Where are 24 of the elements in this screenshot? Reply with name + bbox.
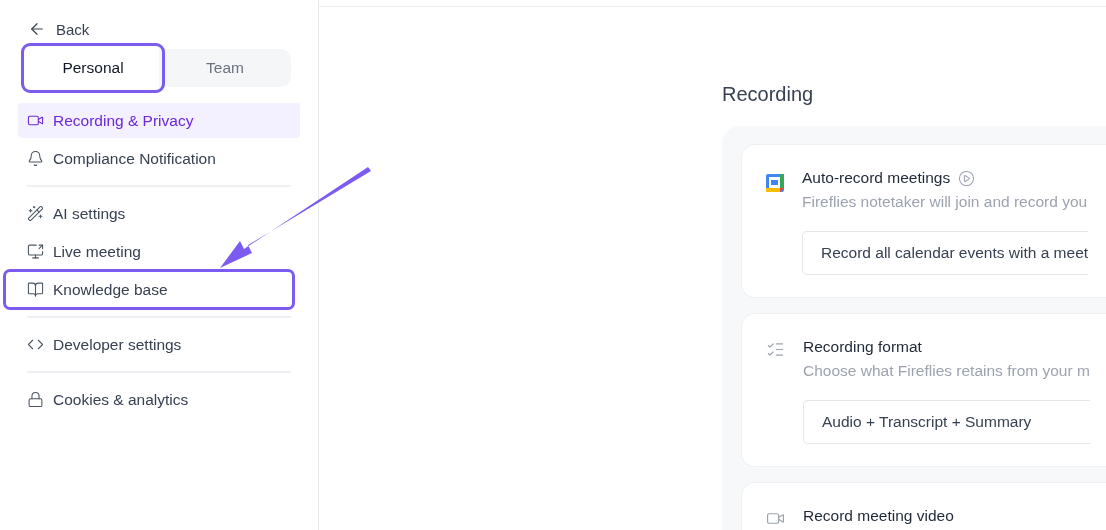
setting-description: Fireflies notetaker will join and record you [802, 193, 1089, 211]
setting-title: Record meeting video [803, 507, 954, 525]
select-field[interactable]: Audio + Transcript + Summary [803, 400, 1090, 444]
sidebar-item[interactable]: Developer settings [18, 327, 300, 362]
play-icon[interactable] [958, 169, 976, 187]
magic-wand-icon [27, 205, 44, 222]
bell-icon [27, 150, 44, 167]
setting-title: Recording format [803, 338, 922, 356]
setting-description: Choose what Fireflies retains from your m [803, 362, 1090, 380]
tab[interactable]: Team [159, 49, 291, 87]
list-check-icon [766, 340, 785, 359]
sidebar-item[interactable]: Live meeting [18, 234, 300, 269]
sidebar-item[interactable]: Cookies & analytics [18, 382, 300, 417]
setting-title: Auto-record meetings [802, 169, 951, 187]
back-link[interactable]: Back [18, 18, 300, 40]
sidebar-item[interactable]: Knowledge base [6, 272, 292, 307]
calendar-icon [766, 174, 784, 192]
sidebar-item[interactable]: AI settings [18, 196, 300, 231]
lock-icon [27, 391, 44, 408]
section-title: Recording [722, 83, 815, 106]
sidebar-item[interactable]: Recording & Privacy [18, 103, 300, 138]
book-icon [27, 281, 44, 298]
sidebar-item[interactable]: Compliance Notification [18, 141, 300, 176]
select-field[interactable]: Record all calendar events with a meet [802, 231, 1089, 275]
